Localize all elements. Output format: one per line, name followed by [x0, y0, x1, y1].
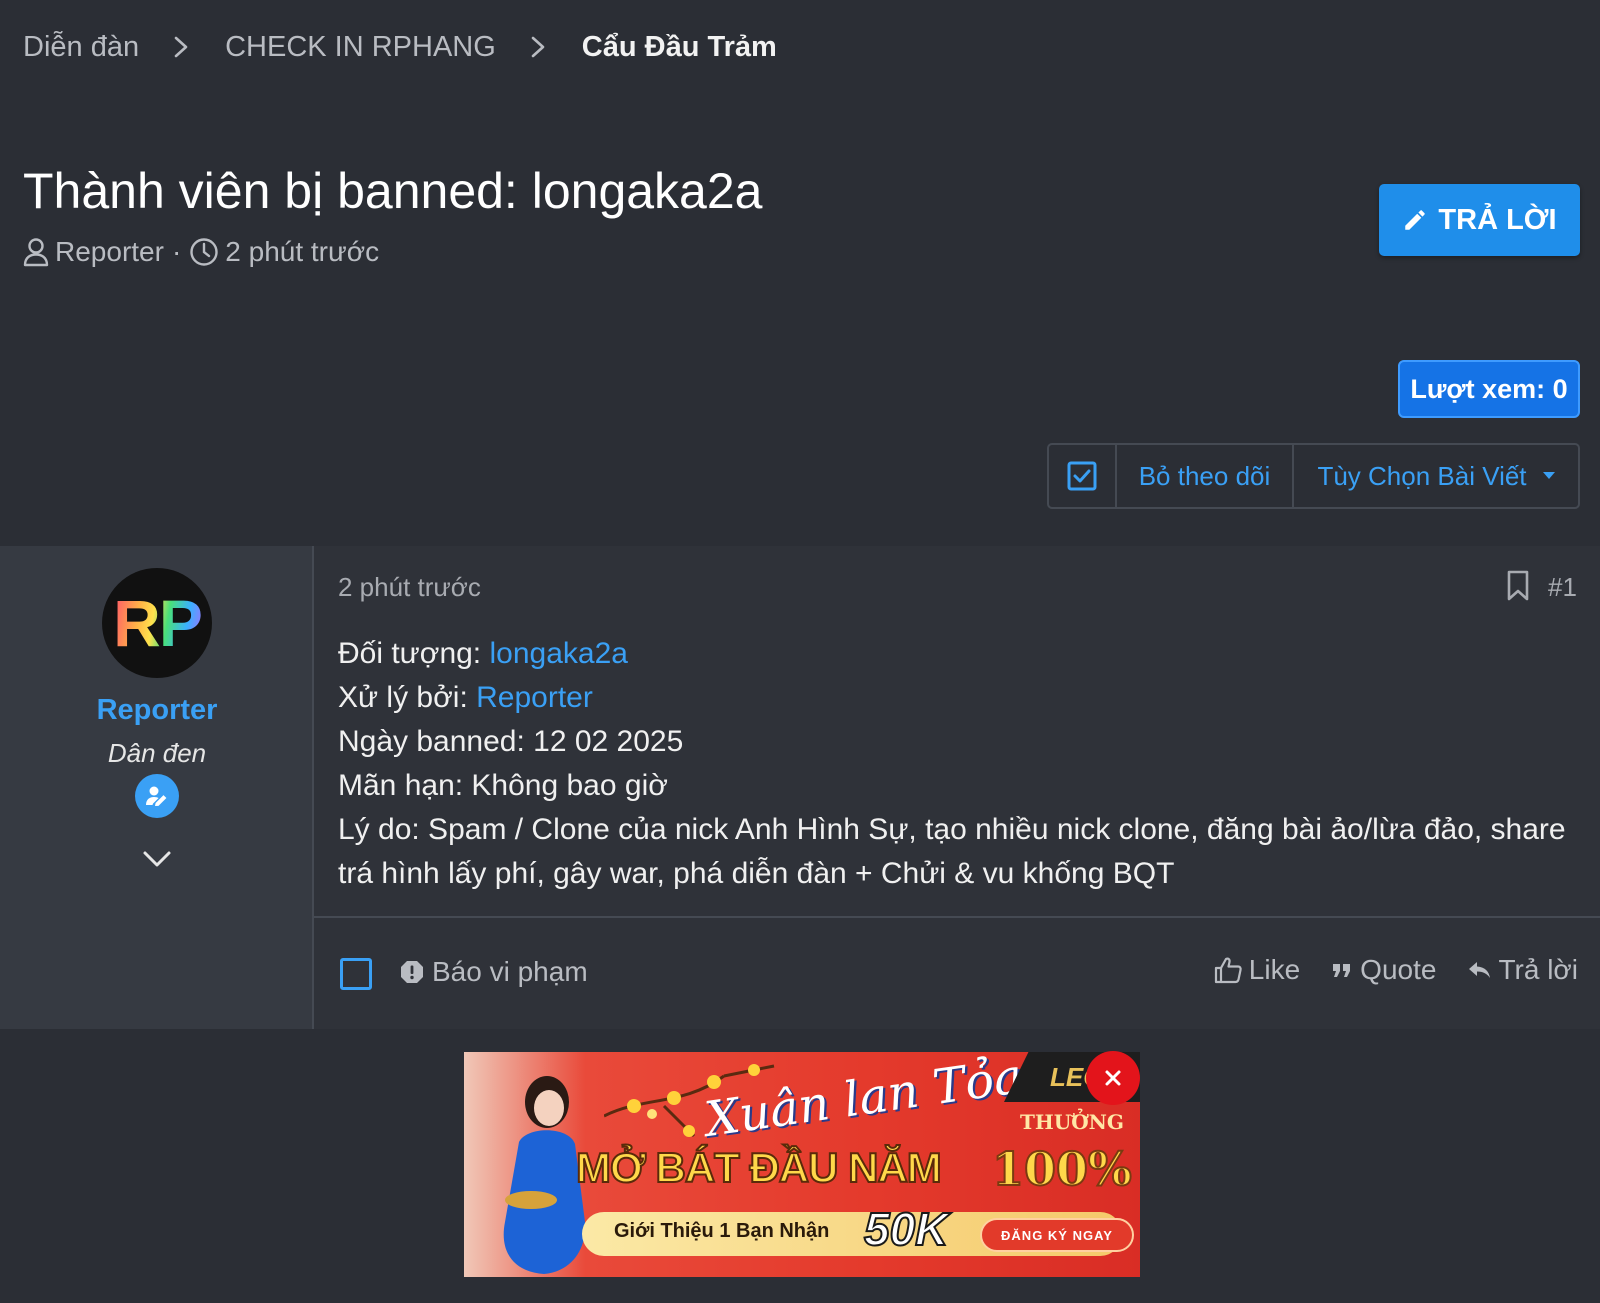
- post-line-handler: Xử lý bởi: Reporter: [338, 676, 1568, 720]
- ad-headline: MỞ BÁT ĐẦU NĂM: [575, 1143, 943, 1192]
- avatar[interactable]: RP: [102, 568, 212, 678]
- ad-banner[interactable]: Xuân lan Tỏa LEO THƯỞNG MỞ BÁT ĐẦU NĂM 1…: [464, 1052, 1140, 1277]
- post: RP Reporter Dân đen 2 phút trước #1 Đối …: [0, 546, 1600, 1029]
- ad-close-button[interactable]: [1086, 1051, 1140, 1105]
- thread-meta: Reporter · 2 phút trước: [23, 236, 379, 268]
- breadcrumb-item-current[interactable]: Cẩu Đầu Trảm: [582, 31, 777, 64]
- select-thread-checkbox[interactable]: [1049, 445, 1117, 507]
- bookmark-icon[interactable]: [1506, 570, 1530, 602]
- post-line-expiry: Mãn hạn: Không bao giờ: [338, 769, 668, 802]
- thread-author[interactable]: Reporter: [55, 236, 164, 268]
- post-number[interactable]: #1: [1548, 572, 1577, 603]
- post-line-ban-date: Ngày banned: 12 02 2025: [338, 725, 684, 758]
- target-user-link[interactable]: longaka2a: [489, 637, 627, 670]
- chevron-right-icon: [531, 36, 545, 58]
- user-edit-badge: [135, 774, 179, 818]
- post-actions: Like Quote Trả lời: [1183, 954, 1578, 986]
- username-link[interactable]: Reporter: [0, 694, 314, 727]
- close-icon: [1105, 1070, 1121, 1086]
- breadcrumb: Diễn đàn CHECK IN RPHANG Cẩu Đầu Trảm: [23, 27, 777, 67]
- unfollow-button[interactable]: Bỏ theo dõi: [1117, 445, 1294, 507]
- clock-icon: [190, 238, 218, 266]
- select-post-checkbox[interactable]: [340, 958, 372, 990]
- ad-percent: 100%: [991, 1141, 1133, 1197]
- post-line-reason: Lý do: Spam / Clone của nick Anh Hình Sự…: [338, 813, 1566, 890]
- report-button[interactable]: Báo vi phạm: [400, 956, 588, 988]
- thread-time[interactable]: 2 phút trước: [225, 236, 379, 268]
- pencil-icon: [1405, 210, 1426, 230]
- user-title: Dân đen: [107, 738, 207, 768]
- handler-user-link[interactable]: Reporter: [476, 681, 593, 714]
- reply-button-label: TRẢ LỜI: [1438, 203, 1557, 236]
- post-body: Đối tượng: longaka2a Xử lý bởi: Reporter…: [338, 632, 1568, 896]
- post-footer: Báo vi phạm Like Quote Trả lời: [314, 916, 1600, 1029]
- post-options-dropdown[interactable]: Tùy Chọn Bài Viết: [1294, 445, 1578, 507]
- reply-post-label: Trả lời: [1498, 954, 1578, 985]
- thumbs-up-icon: [1214, 957, 1242, 984]
- ad-thuong: THƯỞNG: [1020, 1110, 1125, 1134]
- alert-icon: [401, 961, 423, 983]
- reply-button[interactable]: TRẢ LỜI: [1379, 184, 1580, 256]
- quote-label: Quote: [1360, 954, 1437, 985]
- quote-button[interactable]: Quote: [1330, 954, 1436, 986]
- like-button[interactable]: Like: [1213, 954, 1300, 986]
- caret-down-icon: [1542, 472, 1555, 479]
- handler-label: Xử lý bởi:: [338, 681, 477, 714]
- post-date[interactable]: 2 phút trước: [338, 572, 481, 603]
- post-main: 2 phút trước #1 Đối tượng: longaka2a Xử …: [314, 546, 1600, 1029]
- reply-post-button[interactable]: Trả lời: [1466, 954, 1578, 986]
- target-label: Đối tượng:: [338, 637, 490, 670]
- report-label: Báo vi phạm: [432, 956, 588, 987]
- breadcrumb-item-forum[interactable]: Diễn đàn: [23, 31, 139, 64]
- avatar-text: RP: [113, 586, 203, 660]
- post-user-panel: RP Reporter Dân đen: [0, 546, 314, 1029]
- ad-signup-button[interactable]: ĐĂNG KÝ NGAY: [980, 1218, 1134, 1252]
- post-options-label: Tùy Chọn Bài Viết: [1317, 460, 1527, 491]
- chevron-down-icon[interactable]: [141, 849, 173, 869]
- thread-tools: Bỏ theo dõi Tùy Chọn Bài Viết: [1047, 443, 1580, 509]
- checkbox-checked-icon: [1067, 461, 1097, 491]
- page-title: Thành viên bị banned: longaka2a: [23, 163, 763, 219]
- quote-icon: [1333, 964, 1351, 977]
- user-icon: [23, 238, 49, 267]
- chevron-right-icon: [174, 36, 188, 58]
- views-badge: Lượt xem: 0: [1398, 360, 1580, 418]
- like-label: Like: [1248, 954, 1301, 985]
- post-line-target: Đối tượng: longaka2a: [338, 632, 1568, 676]
- reply-icon: [1469, 962, 1491, 978]
- ad-intro: Giới Thiệu 1 Bạn Nhận: [614, 1220, 830, 1242]
- ad-amount: 50K: [863, 1202, 949, 1256]
- meta-separator: ·: [171, 236, 182, 267]
- breadcrumb-item-checkin[interactable]: CHECK IN RPHANG: [225, 31, 496, 64]
- user-pen-icon: [146, 786, 167, 806]
